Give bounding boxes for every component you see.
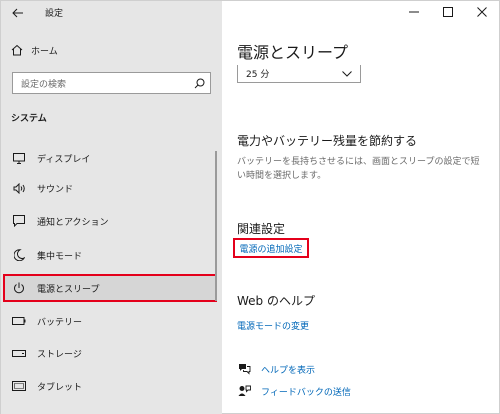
change-power-mode-link[interactable]: 電源モードの変更	[237, 319, 309, 332]
sidebar-item-tablet[interactable]: タブレット	[3, 373, 217, 399]
back-button[interactable]	[7, 3, 29, 23]
additional-power-settings-link[interactable]: 電源の追加設定	[233, 238, 309, 258]
related-settings-heading: 関連設定	[237, 222, 286, 236]
web-help-heading: Web のヘルプ	[237, 294, 315, 308]
sidebar-item-focus[interactable]: 集中モード	[3, 242, 217, 268]
dropdown-value: 25 分	[246, 70, 270, 80]
feedback-icon	[237, 384, 251, 398]
window-caption	[369, 1, 499, 23]
sidebar-item-display[interactable]: ディスプレイ	[3, 145, 217, 171]
display-icon	[11, 150, 27, 166]
moon-icon	[11, 247, 27, 263]
search-box[interactable]: 設定の検索	[12, 72, 211, 94]
sidebar-item-battery[interactable]: バッテリー	[3, 308, 217, 334]
sidebar-item-sound[interactable]: サウンド	[3, 175, 217, 201]
settings-window: 設定 ホーム 設定の検索 システム ディスプレイ サウンド 通知とアクション 集…	[0, 0, 500, 414]
search-input[interactable]: 設定の検索	[21, 77, 188, 90]
search-icon[interactable]	[188, 73, 210, 93]
maximize-icon	[443, 7, 453, 17]
sidebar: 設定 ホーム 設定の検索 システム ディスプレイ サウンド 通知とアクション 集…	[1, 1, 222, 414]
storage-icon	[11, 345, 27, 361]
additional-power-settings-label: 電源の追加設定	[239, 244, 303, 255]
close-icon	[477, 7, 487, 17]
sidebar-item-label: 電源とスリープ	[37, 284, 100, 295]
sidebar-item-power-sleep[interactable]: 電源とスリープ	[3, 274, 217, 302]
chevron-down-icon	[342, 70, 352, 77]
sidebar-item-label: 集中モード	[37, 251, 83, 262]
close-button[interactable]	[465, 1, 499, 23]
sidebar-item-label: タブレット	[37, 382, 83, 393]
save-power-heading: 電力やバッテリー残量を節約する	[237, 134, 418, 148]
app-title: 設定	[45, 9, 64, 19]
sidebar-item-label: ディスプレイ	[37, 154, 91, 165]
minimize-icon	[409, 11, 419, 13]
get-help-link[interactable]: ヘルプを表示	[237, 362, 315, 376]
page-title: 電源とスリープ	[237, 43, 349, 62]
sidebar-item-label: 通知とアクション	[37, 217, 109, 228]
notification-icon	[11, 213, 27, 229]
sidebar-item-storage[interactable]: ストレージ	[3, 340, 217, 366]
home-link[interactable]: ホーム	[11, 41, 58, 59]
back-arrow-icon	[12, 8, 23, 18]
battery-icon	[11, 313, 27, 329]
sleep-time-dropdown[interactable]: 25 分	[237, 65, 361, 83]
maximize-button[interactable]	[431, 1, 465, 23]
sidebar-item-label: バッテリー	[37, 317, 83, 328]
sidebar-item-label: ストレージ	[37, 349, 82, 360]
save-power-description: バッテリーを長持ちさせるには、画面とスリープの設定で短い時間を選択します。	[237, 157, 480, 181]
home-icon	[11, 44, 23, 56]
send-feedback-link[interactable]: フィードバックの送信	[237, 384, 351, 398]
power-icon	[11, 280, 27, 296]
send-feedback-label: フィードバックの送信	[261, 387, 351, 398]
sidebar-item-notifications[interactable]: 通知とアクション	[3, 208, 217, 234]
minimize-button[interactable]	[397, 1, 431, 23]
sidebar-item-label: サウンド	[37, 184, 74, 195]
section-title-system: システム	[11, 114, 47, 124]
tablet-icon	[11, 378, 27, 394]
sidebar-scrollbar[interactable]	[215, 151, 217, 301]
sound-icon	[11, 180, 27, 196]
home-label: ホーム	[31, 46, 58, 57]
help-chat-icon	[237, 362, 251, 376]
get-help-label: ヘルプを表示	[261, 365, 316, 376]
